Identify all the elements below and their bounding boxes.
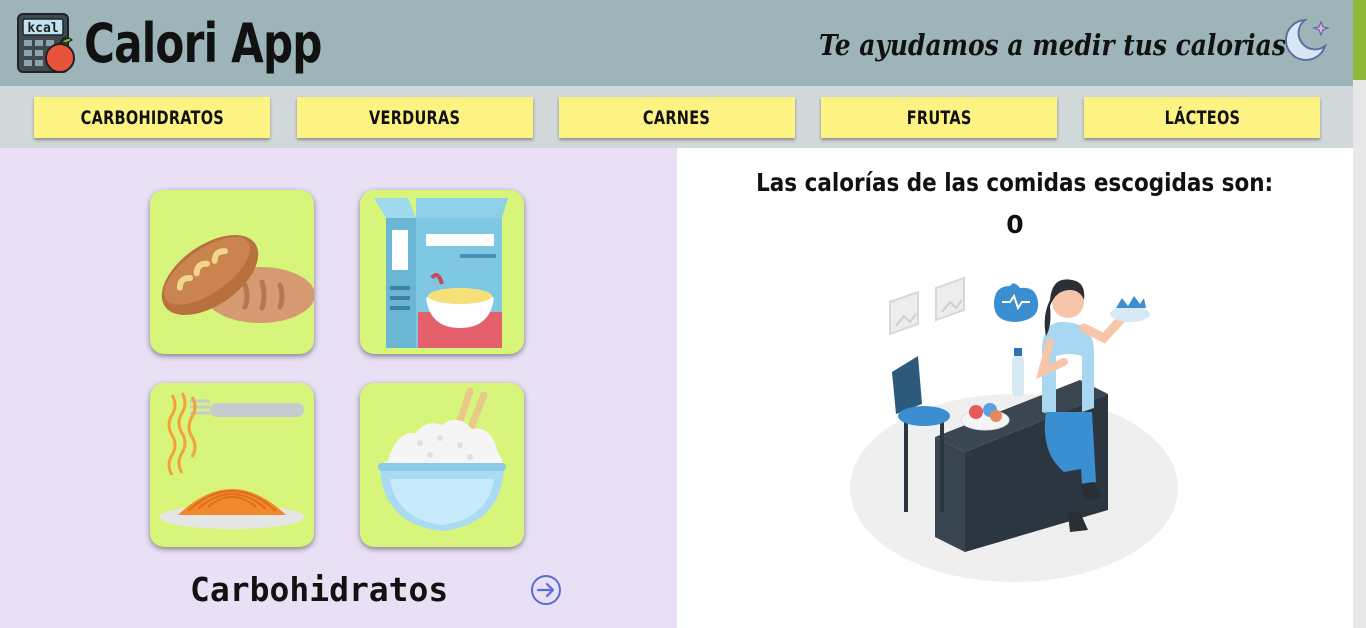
- spaghetti-icon: [160, 392, 304, 529]
- nav-carnes-button[interactable]: CARNES: [559, 97, 795, 138]
- food-panel: [0, 148, 677, 628]
- nav-frutas-button[interactable]: FRUTAS: [821, 97, 1057, 138]
- tagline: Te ayudamos a medir tus calorias: [819, 28, 1286, 62]
- scrollbar-track[interactable]: [1353, 0, 1366, 628]
- app-title: Calori App: [84, 12, 322, 75]
- cereal-box-icon: [374, 198, 508, 348]
- bread-icon: [161, 235, 314, 323]
- calculator-apple-icon: kcal: [16, 12, 78, 74]
- calories-heading: Las calorías de las comidas escogidas so…: [756, 168, 1274, 197]
- food-tile-cereal[interactable]: [360, 190, 524, 354]
- food-tile-spaghetti[interactable]: [150, 383, 314, 547]
- nav-lacteos-button[interactable]: LÁCTEOS: [1084, 97, 1320, 138]
- scrollbar-thumb[interactable]: [1353, 0, 1366, 80]
- calories-total: 0: [1006, 210, 1024, 239]
- arrow-right-circle-icon[interactable]: [529, 573, 563, 607]
- category-title: Carbohidratos: [190, 570, 449, 609]
- logo-kcal-text: kcal: [27, 21, 58, 36]
- nav-carbohidratos-button[interactable]: CARBOHIDRATOS: [34, 97, 270, 138]
- nav-verduras-button[interactable]: VERDURAS: [297, 97, 533, 138]
- crescent-moon-star-icon: [1281, 16, 1331, 62]
- category-nav: CARBOHIDRATOS VERDURAS CARNES FRUTAS LÁC…: [0, 86, 1353, 148]
- rice-bowl-icon: [378, 387, 506, 531]
- food-tile-rice[interactable]: [360, 383, 524, 547]
- food-tile-bread[interactable]: [150, 190, 314, 354]
- woman-eating-salad-illustration: [840, 262, 1190, 587]
